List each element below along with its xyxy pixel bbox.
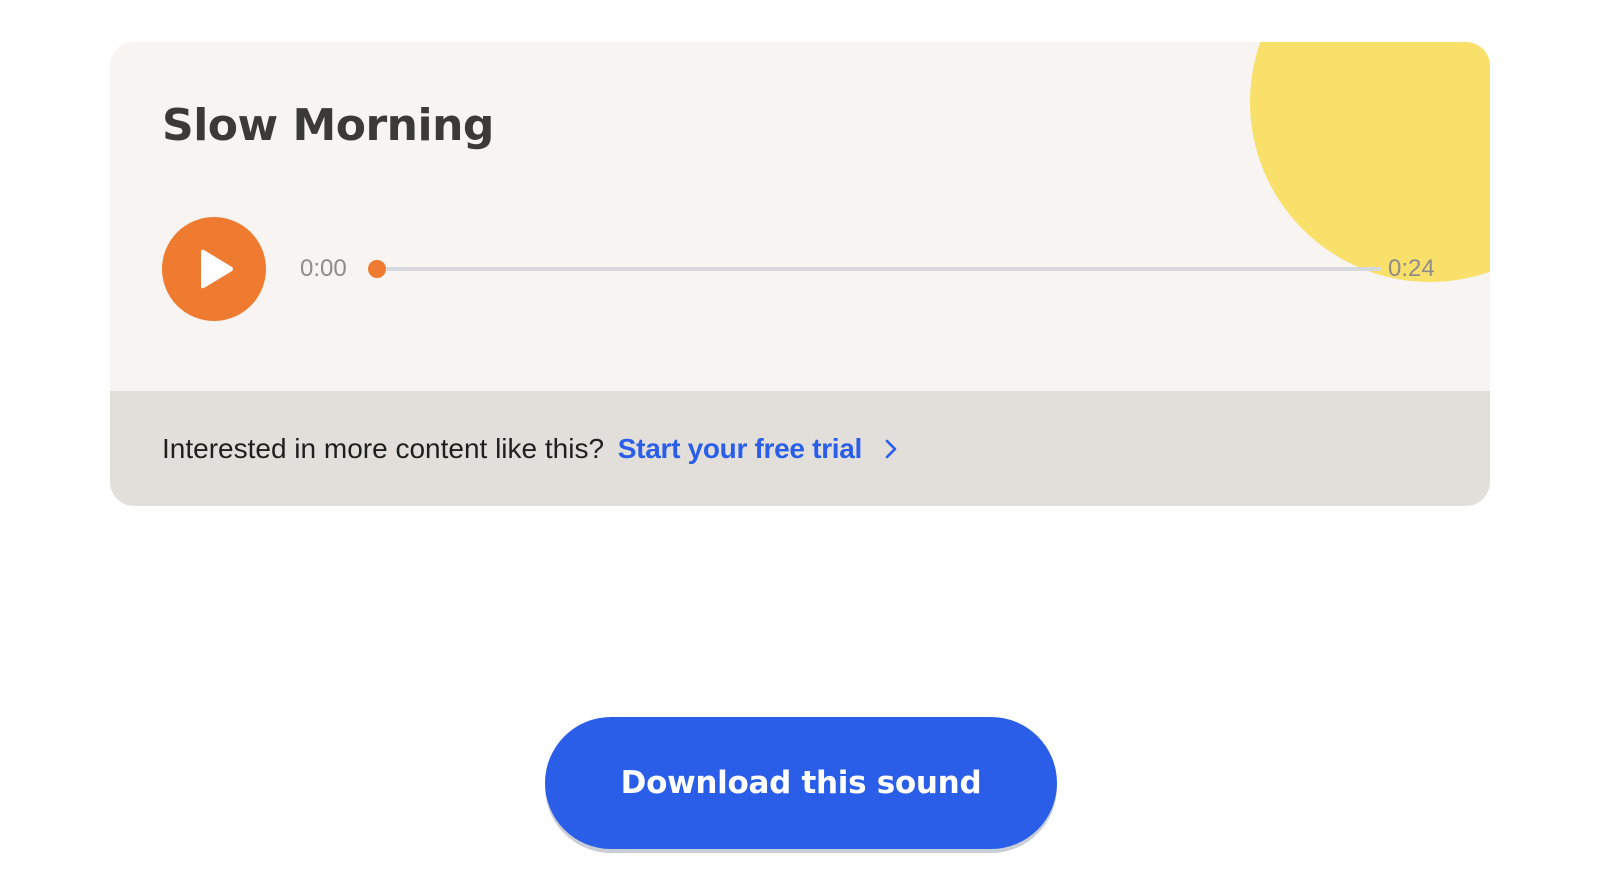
promo-bar: Interested in more content like this? St… [110,391,1490,506]
chevron-right-icon [885,439,897,458]
sound-title: Slow Morning [162,100,494,151]
play-button[interactable] [162,217,266,321]
free-trial-link[interactable]: Start your free trial [618,433,898,464]
promo-message: Interested in more content like this? St… [162,433,898,465]
audio-player-card: Slow Morning 0:00 0:24 Interested in mor… [110,42,1490,506]
promo-text: Interested in more content like this? [162,433,605,464]
progress-thumb[interactable] [368,260,386,278]
decorative-sun-shape [1250,42,1490,282]
free-trial-link-label: Start your free trial [617,433,863,464]
download-sound-button[interactable]: Download this sound [545,717,1057,849]
current-time: 0:00 [300,255,347,282]
total-time: 0:24 [1388,255,1435,282]
progress-bar[interactable] [368,260,1381,278]
play-icon [201,249,233,289]
